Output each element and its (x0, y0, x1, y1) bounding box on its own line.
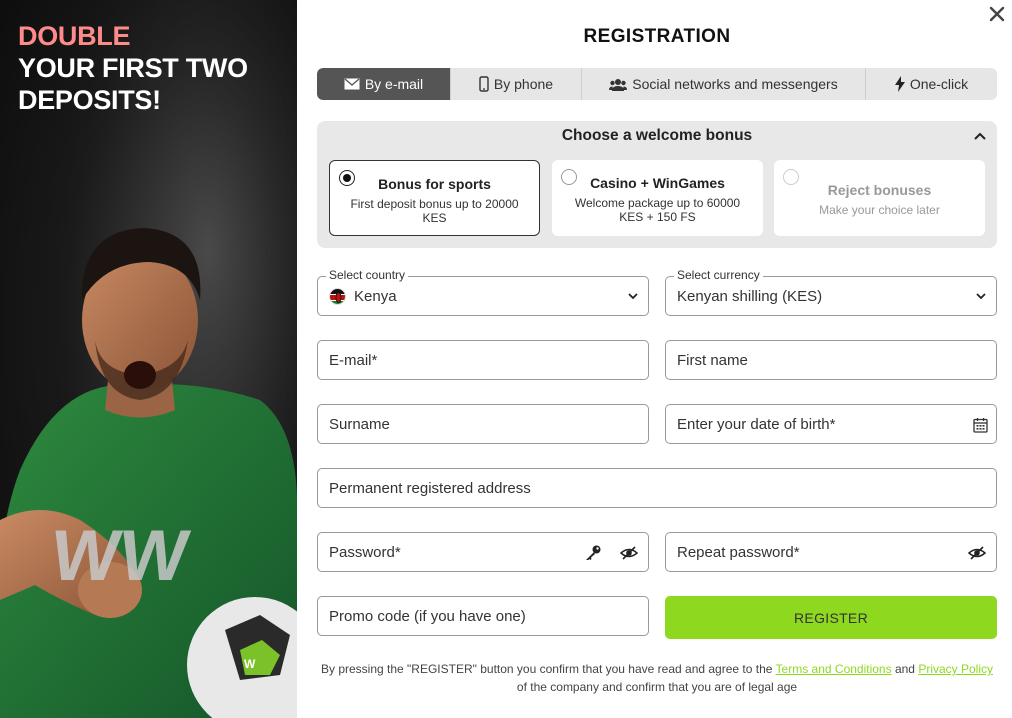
email-placeholder: E-mail* (329, 351, 378, 369)
bonus-option-title: Reject bonuses (827, 182, 932, 198)
tab-label: By phone (493, 76, 554, 92)
repeat-password-field[interactable]: Repeat password* (665, 532, 997, 572)
dialog-title: REGISTRATION (583, 26, 731, 47)
bonus-option-subtitle: First deposit bonus up to 20000 KES (350, 197, 519, 225)
email-field[interactable]: E-mail* (317, 340, 649, 380)
address-placeholder: Permanent registered address (329, 479, 531, 497)
chevron-down-icon (628, 293, 638, 300)
date-of-birth-field[interactable]: Enter your date of birth* (665, 404, 997, 444)
eye-off-icon[interactable] (620, 544, 638, 562)
tab-by-phone[interactable]: By phone (451, 68, 582, 100)
first-name-field[interactable]: First name (665, 340, 997, 380)
bonus-option-casino[interactable]: Casino + WinGames Welcome package up to … (552, 160, 763, 236)
promo-code-placeholder: Promo code (if you have one) (329, 607, 526, 625)
country-select[interactable]: Select country Kenya (317, 268, 649, 316)
currency-value: Kenyan shilling (KES) (677, 287, 823, 305)
promo-banner: WW W DOUBLE YOUR FIRST TWO DEPOSITS! (0, 0, 297, 718)
password-field[interactable]: Password* (317, 532, 649, 572)
bonus-heading: Choose a welcome bonus (561, 127, 753, 144)
first-name-placeholder: First name (677, 351, 748, 369)
svg-text:W: W (244, 657, 256, 671)
currency-label: Select currency (674, 268, 763, 282)
promo-line-2: YOUR FIRST TWO (18, 53, 248, 83)
eye-off-icon[interactable] (968, 544, 986, 562)
phone-icon (479, 76, 489, 92)
privacy-policy-link[interactable]: Privacy Policy (918, 662, 993, 676)
close-icon[interactable] (986, 4, 1008, 26)
terms-notice: By pressing the "REGISTER" button you co… (317, 660, 997, 696)
chevron-down-icon (976, 293, 986, 300)
bonus-option-title: Bonus for sports (378, 176, 491, 192)
users-icon (609, 78, 628, 91)
country-label: Select country (326, 268, 409, 282)
radio-unselected[interactable] (561, 169, 577, 185)
tab-label: By e-mail (364, 76, 424, 92)
address-field[interactable]: Permanent registered address (317, 468, 997, 508)
repeat-password-placeholder: Repeat password* (677, 543, 800, 561)
surname-placeholder: Surname (329, 415, 390, 433)
svg-text:WW: WW (46, 516, 194, 596)
envelope-icon (344, 78, 360, 90)
bonus-option-title: Casino + WinGames (590, 175, 725, 191)
promo-code-field[interactable]: Promo code (if you have one) (317, 596, 649, 636)
tab-by-email[interactable]: By e-mail (317, 68, 451, 100)
bonus-option-subtitle: Make your choice later (819, 203, 940, 217)
tab-social-networks[interactable]: Social networks and messengers (582, 68, 866, 100)
bonus-option-reject[interactable]: Reject bonuses Make your choice later (774, 160, 985, 236)
welcome-bonus-panel: Choose a welcome bonus Bonus for sports … (317, 121, 997, 248)
bonus-option-subtitle: Welcome package up to 60000 KES + 150 FS (574, 196, 741, 224)
terms-text: of the company and confirm that you are … (516, 680, 798, 694)
bonus-option-sports[interactable]: Bonus for sports First deposit bonus up … (329, 160, 540, 236)
promo-line-1: DOUBLE (18, 21, 131, 51)
dob-placeholder: Enter your date of birth* (677, 415, 836, 433)
terms-text: By pressing the "REGISTER" button you co… (320, 662, 776, 676)
calendar-icon[interactable] (973, 417, 988, 433)
tab-one-click[interactable]: One-click (866, 68, 997, 100)
tab-label: One-click (909, 76, 969, 92)
currency-select[interactable]: Select currency Kenyan shilling (KES) (665, 268, 997, 316)
radio-selected[interactable] (339, 170, 355, 186)
key-icon[interactable] (584, 544, 602, 562)
lightning-icon (894, 76, 905, 92)
password-placeholder: Password* (329, 543, 401, 561)
terms-link[interactable]: Terms and Conditions (776, 662, 892, 676)
chevron-up-icon[interactable] (973, 129, 987, 143)
registration-tabs: By e-mail By phone Social networks and m… (317, 68, 997, 100)
country-value: Kenya (354, 287, 397, 305)
radio-unselected[interactable] (783, 169, 799, 185)
tab-label: Social networks and messengers (632, 76, 838, 92)
promo-line-3: DEPOSITS! (18, 85, 161, 115)
register-button[interactable]: REGISTER (665, 596, 997, 639)
surname-field[interactable]: Surname (317, 404, 649, 444)
terms-text: and (891, 662, 919, 676)
kenya-flag-icon (329, 287, 346, 305)
